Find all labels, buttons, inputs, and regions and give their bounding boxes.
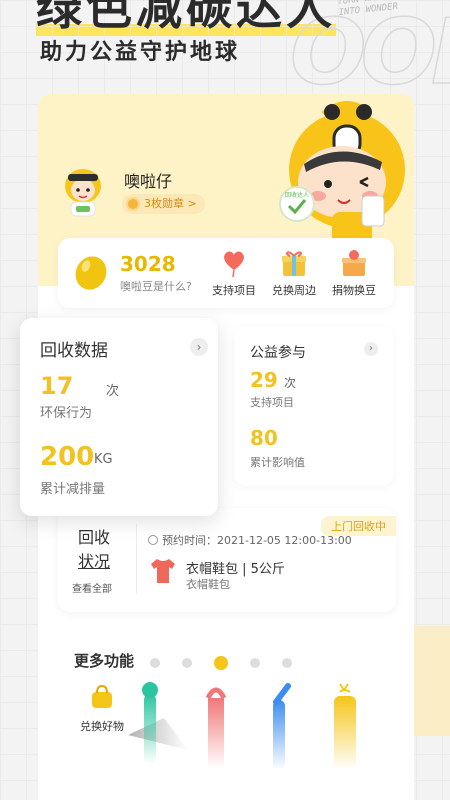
projects-label: 支持项目 <box>250 396 294 409</box>
carousel-dot-active[interactable] <box>214 656 228 670</box>
emission-value: 200 <box>40 442 95 472</box>
feature-carousel-graphics <box>128 682 356 770</box>
svg-text:回收达人: 回收达人 <box>285 191 309 199</box>
feature-beam-yellow <box>334 696 356 770</box>
points-card: 3028 噢啦豆是什么? 支持项目 兑换周边 捐物换豆 <box>58 238 394 308</box>
clothing-icon <box>151 559 175 583</box>
hero-subtitle: 助力公益守护地球 <box>40 40 241 65</box>
donate-items-button[interactable]: 捐物换豆 <box>324 248 384 298</box>
appointment-time: 预约时间：2021-12-05 12:00-13:00 <box>148 532 352 548</box>
support-project-label: 支持项目 <box>212 284 256 297</box>
redeem-goods-label: 兑换好物 <box>80 720 124 733</box>
swipe-shadow <box>128 718 188 750</box>
recycle-count-label: 环保行为 <box>40 406 93 421</box>
impact-value: 80 <box>250 426 278 450</box>
impact-label: 累计影响值 <box>250 456 305 469</box>
carousel-dot[interactable] <box>150 658 160 668</box>
recycle-count: 17 <box>40 372 74 400</box>
donate-items-label: 捐物换豆 <box>332 284 376 297</box>
clock-icon <box>148 535 158 545</box>
bean-icon <box>75 256 107 290</box>
avatar[interactable] <box>60 166 106 218</box>
recycle-title: 回收数据 <box>40 341 108 361</box>
mascot-illustration: 回收达人 <box>279 101 405 246</box>
appointment-time-text: 预约时间：2021-12-05 12:00-13:00 <box>162 534 352 547</box>
support-project-button[interactable]: 支持项目 <box>204 248 264 298</box>
item-title: 衣帽鞋包 | 5公斤 <box>186 562 285 577</box>
emission-label: 累计减排量 <box>40 482 106 497</box>
recycle-data-card[interactable]: 回收数据 › 17 次 环保行为 200 KG 累计减排量 <box>20 318 218 516</box>
carousel-dot[interactable] <box>182 658 192 668</box>
feature-icon-red <box>205 687 227 700</box>
charity-participation-card[interactable]: 公益参与 › 29 次 支持项目 80 累计影响值 <box>234 326 394 486</box>
status-title: 回收 状况 <box>78 526 110 574</box>
recycle-count-unit: 次 <box>106 384 120 399</box>
donation-box-icon <box>342 250 366 276</box>
hero-title: 绿色减碳达人 <box>36 0 336 36</box>
charity-arrow-icon[interactable]: › <box>364 342 378 356</box>
feature-icon-blue <box>273 683 291 705</box>
emission-unit: KG <box>94 452 113 467</box>
item-subtitle: 衣帽鞋包 <box>186 578 230 591</box>
points-value: 3028 <box>120 252 176 276</box>
badges-label: 3枚勋章 > <box>144 197 197 210</box>
redeem-merch-button[interactable]: 兑换周边 <box>264 248 324 298</box>
redeem-goods-button[interactable]: 兑换好物 <box>74 684 130 734</box>
view-all-link[interactable]: 查看全部 <box>72 580 112 595</box>
status-divider <box>136 524 137 594</box>
carousel-dot[interactable] <box>250 658 260 668</box>
decorative-side-block <box>414 626 450 736</box>
feature-beam-green <box>144 694 156 764</box>
gift-box-icon <box>282 251 306 276</box>
heart-balloon-icon <box>224 251 244 278</box>
more-features-card: 更多功能 兑换好物 <box>58 632 396 792</box>
redeem-merch-label: 兑换周边 <box>272 284 316 297</box>
recycle-arrow-icon[interactable]: › <box>190 338 208 356</box>
status-title-line-2: 状况 <box>78 552 111 571</box>
shopping-bag-icon <box>92 684 112 708</box>
feature-beam-blue <box>273 700 285 770</box>
carousel-indicator[interactable] <box>150 656 292 670</box>
feature-beam-red <box>208 698 224 768</box>
feature-icon-yellow <box>339 683 351 693</box>
projects-unit: 次 <box>284 376 297 390</box>
badges-button[interactable]: 3枚勋章 > <box>122 194 205 214</box>
medal-icon <box>126 197 140 211</box>
more-features-title: 更多功能 <box>74 652 135 670</box>
user-name: 噢啦仔 <box>124 172 173 191</box>
points-help-link[interactable]: 噢啦豆是什么? <box>120 278 192 294</box>
charity-title: 公益参与 <box>250 345 306 361</box>
carousel-dot[interactable] <box>282 658 292 668</box>
status-title-line-1: 回收 <box>78 528 111 547</box>
projects-count: 29 <box>250 368 278 392</box>
recycle-status-card[interactable]: 回收 状况 查看全部 上门回收中 预约时间：2021-12-05 12:00-1… <box>58 508 396 612</box>
